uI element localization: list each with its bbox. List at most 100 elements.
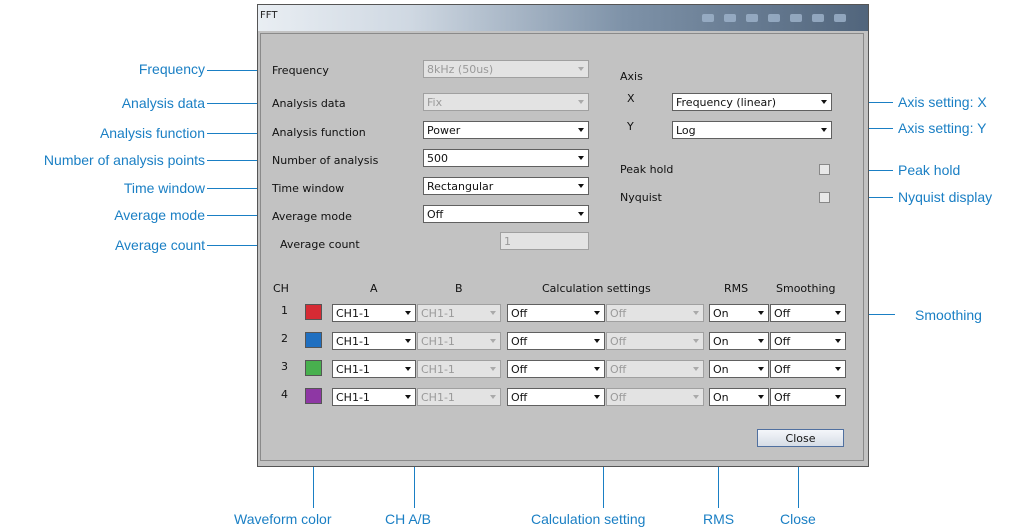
ch-number: 1 <box>281 304 288 317</box>
time-window-select[interactable]: Rectangular <box>423 177 589 195</box>
ch-a-select[interactable]: CH1-1 <box>332 332 416 350</box>
annotation-ch-ab: CH A/B <box>385 511 431 527</box>
chevron-down-icon <box>693 311 699 315</box>
smoothing-select[interactable]: Off <box>770 304 846 322</box>
ch-a-select[interactable]: CH1-1 <box>332 360 416 378</box>
frequency-label: Frequency <box>272 64 329 77</box>
chevron-down-icon <box>490 311 496 315</box>
ch-b-value: CH1-1 <box>421 363 455 376</box>
analysis-data-select: Fix <box>423 93 589 111</box>
chevron-down-icon <box>835 311 841 315</box>
chevron-down-icon <box>578 67 584 71</box>
waveform-color-swatch[interactable] <box>305 388 322 404</box>
calculation-select[interactable]: Off <box>507 388 605 406</box>
window-control-icon[interactable] <box>834 14 846 22</box>
window-control-icon[interactable] <box>702 14 714 22</box>
rms-value: On <box>713 335 729 348</box>
analysis-function-label: Analysis function <box>272 126 366 139</box>
chevron-down-icon <box>490 367 496 371</box>
axis-x-value: Frequency (linear) <box>676 96 777 109</box>
ch-b-select: CH1-1 <box>417 388 501 406</box>
chevron-down-icon <box>490 339 496 343</box>
nyquist-checkbox[interactable] <box>819 192 830 203</box>
window-title: FFT <box>260 10 278 21</box>
annotation-average-count: Average count <box>114 237 205 253</box>
annotation-analysis-points: Number of analysis points <box>43 152 205 168</box>
smoothing-value: Off <box>774 363 791 376</box>
average-mode-select[interactable]: Off <box>423 205 589 223</box>
waveform-color-swatch[interactable] <box>305 332 322 348</box>
ch-a-value: CH1-1 <box>336 307 370 320</box>
ch-a-select[interactable]: CH1-1 <box>332 304 416 322</box>
ch-b-select: CH1-1 <box>417 332 501 350</box>
rms-select[interactable]: On <box>709 304 769 322</box>
rms-value: On <box>713 391 729 404</box>
fft-dialog: FFT Frequency 8kHz (50us) Analysis data … <box>257 4 869 467</box>
calculation-sub-value: Off <box>610 335 627 348</box>
window-control-icon[interactable] <box>724 14 736 22</box>
annotation-axis-y: Axis setting: Y <box>898 120 987 136</box>
chevron-down-icon <box>578 184 584 188</box>
time-window-label: Time window <box>272 182 345 195</box>
title-bar[interactable]: FFT <box>258 5 868 31</box>
chevron-down-icon <box>594 367 600 371</box>
window-control-icon[interactable] <box>790 14 802 22</box>
chevron-down-icon <box>758 367 764 371</box>
calculation-select[interactable]: Off <box>507 332 605 350</box>
average-mode-label: Average mode <box>272 210 352 223</box>
rms-select[interactable]: On <box>709 332 769 350</box>
average-count-value: 1 <box>504 235 511 248</box>
rms-select[interactable]: On <box>709 388 769 406</box>
annotation-smoothing: Smoothing <box>915 307 982 323</box>
axis-x-select[interactable]: Frequency (linear) <box>672 93 832 111</box>
calculation-sub-value: Off <box>610 391 627 404</box>
analysis-points-label: Number of analysis <box>272 154 379 167</box>
calculation-select[interactable]: Off <box>507 304 605 322</box>
chevron-down-icon <box>594 339 600 343</box>
chevron-down-icon <box>821 128 827 132</box>
analysis-function-select[interactable]: Power <box>423 121 589 139</box>
chevron-down-icon <box>821 100 827 104</box>
chevron-down-icon <box>835 367 841 371</box>
ch-number: 2 <box>281 332 288 345</box>
chevron-down-icon <box>693 395 699 399</box>
annotation-nyquist: Nyquist display <box>898 189 993 205</box>
chevron-down-icon <box>835 339 841 343</box>
chevron-down-icon <box>405 367 411 371</box>
smoothing-select[interactable]: Off <box>770 388 846 406</box>
ch-a-select[interactable]: CH1-1 <box>332 388 416 406</box>
window-control-icon[interactable] <box>746 14 758 22</box>
chevron-down-icon <box>758 311 764 315</box>
chevron-down-icon <box>578 100 584 104</box>
annotation-analysis-function: Analysis function <box>99 125 205 141</box>
smoothing-select[interactable]: Off <box>770 332 846 350</box>
calculation-sub-value: Off <box>610 363 627 376</box>
window-control-icon[interactable] <box>768 14 780 22</box>
annotation-average-mode: Average mode <box>114 207 205 223</box>
chevron-down-icon <box>405 395 411 399</box>
analysis-data-value: Fix <box>427 96 443 109</box>
waveform-color-swatch[interactable] <box>305 360 322 376</box>
waveform-color-swatch[interactable] <box>305 304 322 320</box>
ch-a-value: CH1-1 <box>336 391 370 404</box>
axis-y-select[interactable]: Log <box>672 121 832 139</box>
chevron-down-icon <box>578 156 584 160</box>
axis-title: Axis <box>620 70 643 83</box>
nyquist-label: Nyquist <box>620 191 662 204</box>
rms-select[interactable]: On <box>709 360 769 378</box>
calculation-value: Off <box>511 307 528 320</box>
chevron-down-icon <box>693 367 699 371</box>
calculation-value: Off <box>511 363 528 376</box>
peak-hold-checkbox[interactable] <box>819 164 830 175</box>
window-control-icon[interactable] <box>812 14 824 22</box>
analysis-function-value: Power <box>427 124 461 137</box>
close-button[interactable]: Close <box>757 429 844 447</box>
rms-value: On <box>713 363 729 376</box>
analysis-points-select[interactable]: 500 <box>423 149 589 167</box>
calculation-select[interactable]: Off <box>507 360 605 378</box>
analysis-points-value: 500 <box>427 152 448 165</box>
ch-b-select: CH1-1 <box>417 360 501 378</box>
annotation-rms: RMS <box>703 511 735 527</box>
axis-x-label: X <box>627 92 635 105</box>
smoothing-select[interactable]: Off <box>770 360 846 378</box>
